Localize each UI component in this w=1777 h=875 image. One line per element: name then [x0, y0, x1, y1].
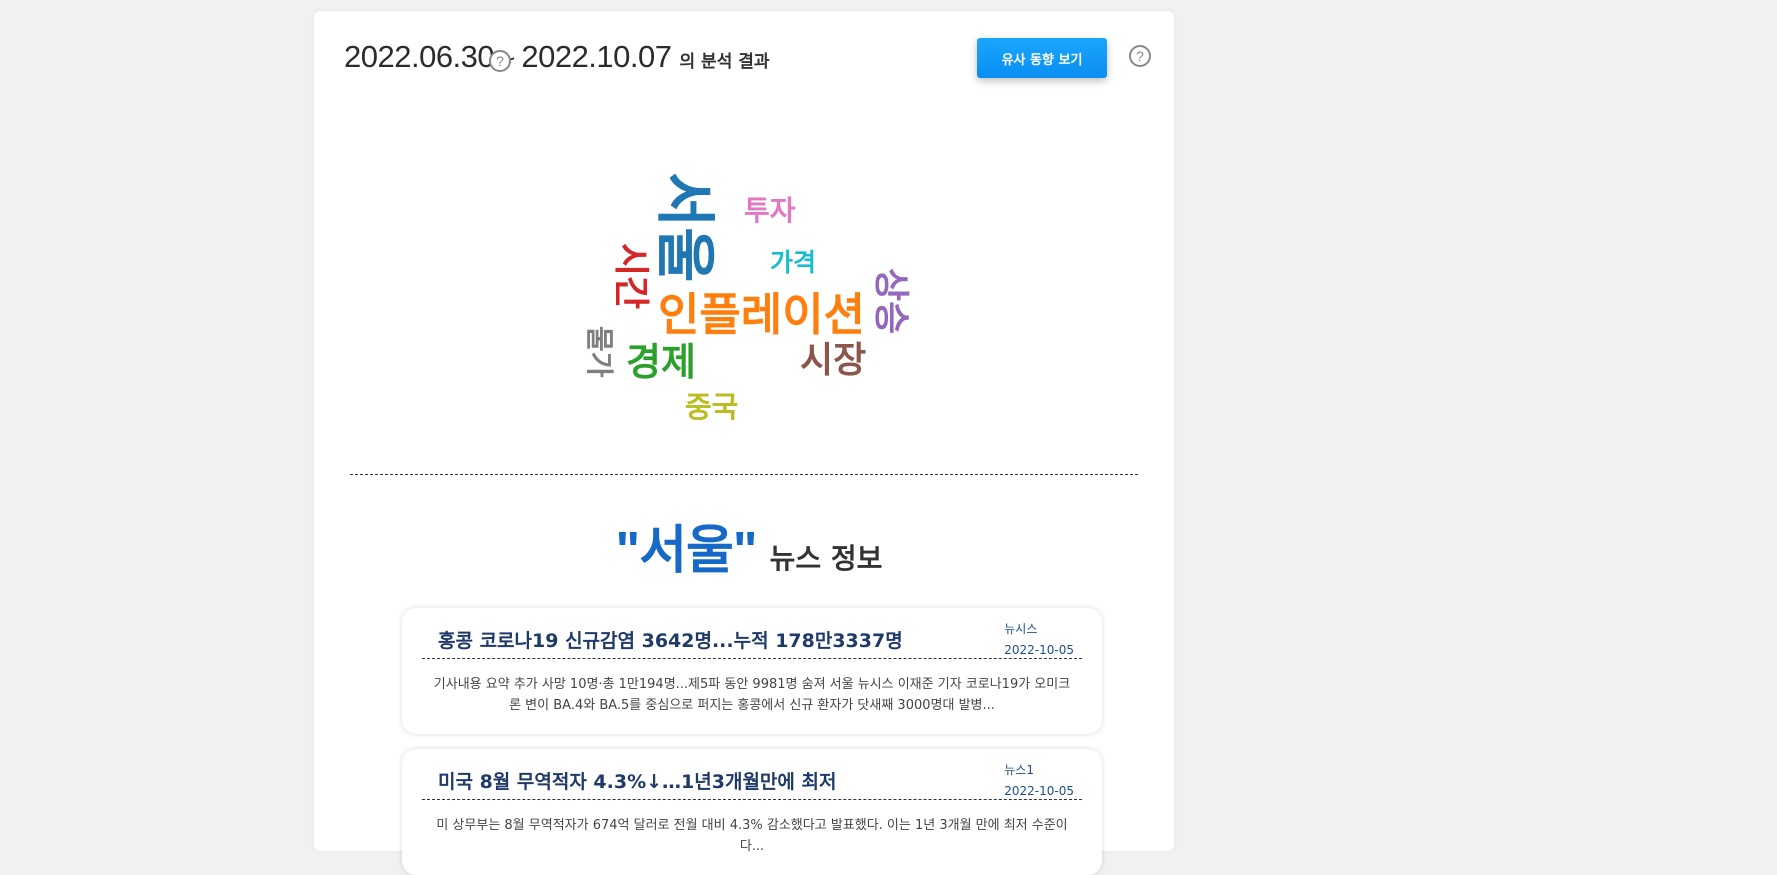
- cloud-word-junggug[interactable]: 중국: [685, 393, 738, 422]
- news-card[interactable]: 홍콩 코로나19 신규감염 3642명...누적 178만3337명 뉴시스 2…: [402, 608, 1102, 734]
- help-icon[interactable]: ?: [489, 50, 511, 72]
- news-date: 2022-10-05: [1004, 643, 1074, 657]
- cloud-word-sigan[interactable]: 시간: [610, 243, 651, 309]
- news-summary: 미 상무부는 8월 무역적자가 674억 달러로 전월 대비 4.3% 감소했다…: [436, 818, 1068, 854]
- cloud-word-gagyeok[interactable]: 가격: [770, 250, 816, 275]
- news-divider: [422, 799, 1082, 800]
- cloud-word-gyeongje[interactable]: 경제: [626, 343, 696, 381]
- news-summary: 기사내용 요약 추가 사망 10명·총 1만194명...제5파 동안 9981…: [433, 677, 1071, 713]
- analysis-header: 2022.06.30 ~ 2022.10.07 의 분석 결과: [344, 39, 770, 75]
- analysis-suffix: 의 분석 결과: [679, 52, 770, 72]
- cloud-word-seoul[interactable]: 서울: [649, 172, 719, 282]
- cloud-word-mulga[interactable]: 물가: [583, 326, 616, 378]
- cloud-word-sijang[interactable]: 시장: [800, 343, 866, 379]
- cloud-word-inflation[interactable]: 인플레이션: [658, 292, 865, 337]
- section-divider: [350, 474, 1138, 475]
- date-start: 2022.06.30: [344, 39, 495, 74]
- date-end: 2022.10.07: [521, 39, 672, 74]
- news-meta: 뉴시스 2022-10-05: [1004, 620, 1074, 663]
- news-date: 2022-10-05: [1004, 784, 1074, 798]
- news-source: 뉴시스: [1004, 622, 1038, 636]
- news-keyword: "서울": [615, 522, 758, 580]
- similar-trend-button[interactable]: 유사 동향 보기: [977, 38, 1107, 78]
- cloud-word-sangseung[interactable]: 상승: [870, 268, 911, 334]
- news-title[interactable]: 홍콩 코로나19 신규감염 3642명...누적 178만3337명: [438, 626, 903, 653]
- news-divider: [422, 658, 1082, 659]
- news-title[interactable]: 미국 8월 무역적자 4.3%↓…1년3개월만에 최저: [438, 767, 836, 794]
- news-section-heading: "서울" 뉴스 정보: [0, 508, 1498, 583]
- news-source: 뉴스1: [1004, 763, 1034, 777]
- help-icon[interactable]: ?: [1129, 45, 1151, 67]
- news-heading-suffix: 뉴스 정보: [769, 542, 883, 575]
- cloud-word-tuja[interactable]: 투자: [744, 197, 796, 225]
- news-meta: 뉴스1 2022-10-05: [1004, 761, 1074, 804]
- news-card[interactable]: 미국 8월 무역적자 4.3%↓…1년3개월만에 최저 뉴스1 2022-10-…: [402, 749, 1102, 875]
